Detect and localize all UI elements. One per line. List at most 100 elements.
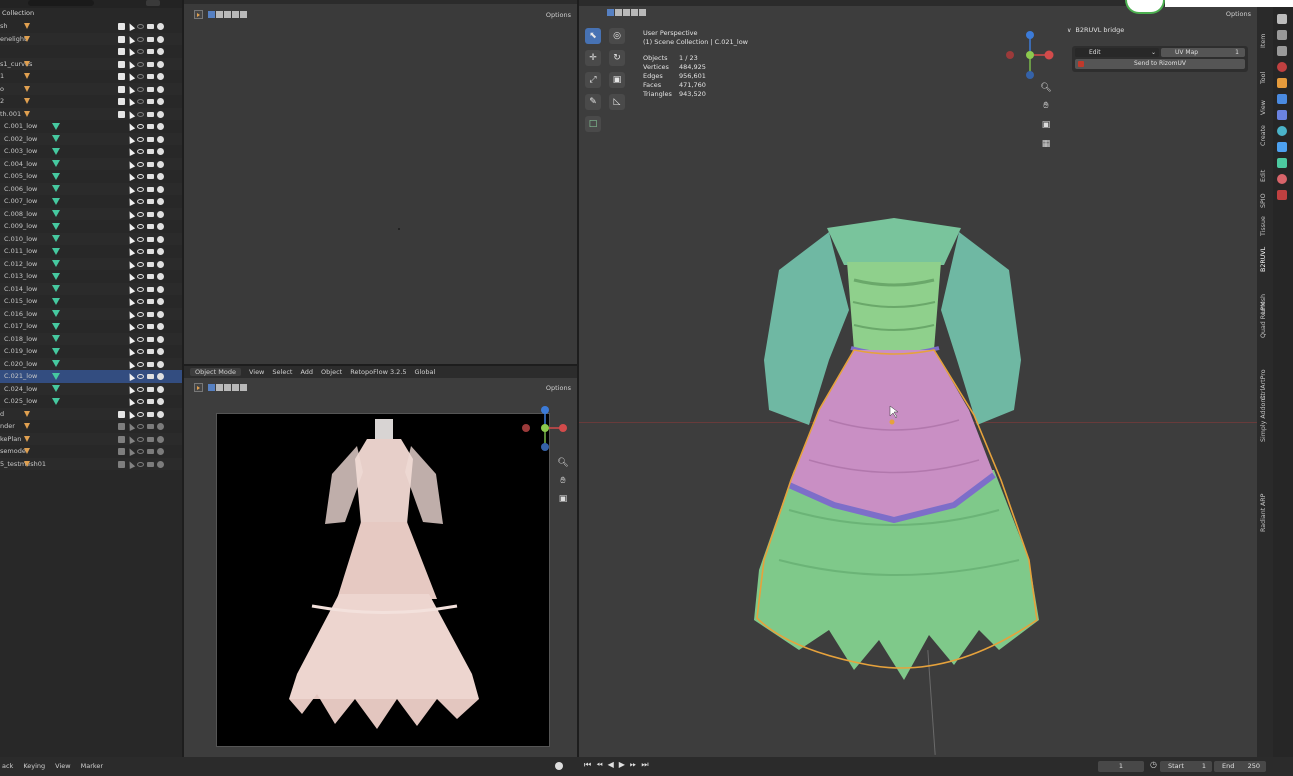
exclude-checkbox-icon[interactable] (118, 73, 125, 80)
measure-tool-icon[interactable]: ◺ (609, 94, 625, 110)
render-camera-icon[interactable] (157, 435, 164, 443)
visibility-eye-icon[interactable] (137, 111, 144, 117)
visibility-eye-icon[interactable] (137, 211, 144, 217)
constraints-properties-icon[interactable] (1277, 142, 1287, 152)
timeline-bar[interactable]: ack Keying View Marker ⏮︎ ⏪︎ ◀ ▶ ⏩︎ ⏭︎ 1… (0, 757, 1293, 776)
visibility-eye-icon[interactable] (137, 249, 144, 254)
selectable-pointer-icon[interactable] (126, 247, 136, 256)
viewport-monitor-icon[interactable] (147, 436, 154, 442)
visibility-eye-icon[interactable] (137, 386, 144, 392)
viewport-monitor-icon[interactable] (147, 186, 154, 192)
render-camera-icon[interactable] (157, 173, 164, 180)
object-properties-icon[interactable] (1277, 78, 1287, 88)
render-camera-icon[interactable] (157, 323, 164, 330)
render-camera-icon[interactable] (157, 460, 164, 468)
viewport-monitor-icon[interactable] (147, 461, 154, 467)
outliner-filter-button[interactable] (146, 0, 160, 6)
exclude-checkbox-icon[interactable] (118, 448, 125, 455)
render-camera-icon[interactable] (157, 35, 164, 43)
jump-end-icon[interactable]: ⏭︎ (641, 760, 648, 770)
visibility-eye-icon[interactable] (137, 274, 144, 279)
visibility-eye-icon[interactable] (137, 136, 144, 142)
visibility-eye-icon[interactable] (137, 161, 144, 167)
start-frame-field[interactable]: Start 1 (1160, 761, 1212, 772)
viewport-monitor-icon[interactable] (147, 99, 154, 104)
render-camera-icon[interactable] (157, 260, 164, 268)
axis-gizmo-small[interactable] (519, 406, 569, 456)
selectable-pointer-icon[interactable] (126, 322, 136, 331)
sidebar-tab[interactable]: Tissue (1260, 216, 1267, 236)
exclude-checkbox-icon[interactable] (118, 23, 125, 30)
chevron-down-icon[interactable]: ∨ (1067, 27, 1071, 34)
retopoflow-menu[interactable]: RetopoFlow 3.2.5 (350, 368, 406, 376)
zoom-icon[interactable]: 🔍︎ (556, 456, 570, 470)
viewport-monitor-icon[interactable] (147, 61, 154, 67)
outliner-row[interactable]: 2 (0, 95, 182, 108)
visibility-eye-icon[interactable] (137, 149, 144, 154)
marker-menu[interactable]: Marker (81, 762, 103, 770)
visibility-eye-icon[interactable] (137, 186, 144, 192)
selectable-pointer-icon[interactable] (126, 309, 136, 319)
annotate-tool-icon[interactable]: ✎ (585, 94, 601, 110)
viewport-monitor-icon[interactable] (147, 124, 154, 129)
outliner-row[interactable]: 1 (0, 70, 182, 83)
tool-properties-icon[interactable] (1277, 14, 1287, 24)
visibility-eye-icon[interactable] (137, 36, 144, 42)
outliner-row[interactable]: s1_curves (0, 57, 182, 70)
particles-properties-icon[interactable] (1277, 110, 1287, 120)
viewport-monitor-icon[interactable] (147, 174, 154, 179)
exclude-checkbox-icon[interactable] (118, 110, 125, 118)
viewport-monitor-icon[interactable] (147, 324, 154, 329)
outliner-row[interactable]: C.005_low (0, 170, 182, 183)
material-properties-icon[interactable] (1277, 174, 1287, 184)
selectable-pointer-icon[interactable] (126, 334, 136, 344)
viewport-monitor-icon[interactable] (147, 199, 154, 204)
sidebar-tab[interactable]: Create (1260, 125, 1267, 146)
viewport-monitor-icon[interactable] (147, 24, 154, 29)
visibility-eye-icon[interactable] (137, 311, 144, 317)
viewport-monitor-icon[interactable] (147, 349, 154, 354)
selectable-pointer-icon[interactable] (126, 147, 136, 156)
outliner-row[interactable]: C.017_low (0, 320, 182, 333)
viewport-reference[interactable]: Object Mode View Select Add Object Retop… (184, 366, 577, 757)
view-menu[interactable]: View (55, 762, 70, 770)
render-camera-icon[interactable] (157, 223, 164, 230)
render-camera-icon[interactable] (157, 360, 164, 368)
selectable-pointer-icon[interactable] (126, 259, 136, 269)
outliner-row[interactable]: C.021_low (0, 370, 182, 383)
visibility-eye-icon[interactable] (137, 449, 144, 454)
viewport-monitor-icon[interactable] (147, 249, 154, 254)
selectable-pointer-icon[interactable] (126, 72, 136, 81)
outliner-row[interactable]: C.020_low (0, 357, 182, 370)
grid-ortho-icon[interactable]: ▦ (1039, 137, 1053, 151)
render-camera-icon[interactable] (157, 85, 164, 93)
image-editor-top[interactable]: Options (184, 0, 577, 364)
viewport-monitor-icon[interactable] (147, 111, 154, 117)
move-tool-icon[interactable]: ✛ (585, 50, 601, 66)
sidebar-tab[interactable]: View (1260, 100, 1267, 115)
rotate-tool-icon[interactable]: ↻ (609, 50, 625, 66)
viewport-monitor-icon[interactable] (147, 361, 154, 367)
visibility-eye-icon[interactable] (137, 199, 144, 204)
visibility-eye-icon[interactable] (137, 336, 144, 342)
selection-mode-buttons[interactable] (607, 9, 646, 16)
outliner-row[interactable]: o (0, 82, 182, 95)
outliner-row[interactable]: C.006_low (0, 182, 182, 195)
exclude-checkbox-icon[interactable] (118, 423, 125, 430)
zoom-icon[interactable]: 🔍︎ (1039, 81, 1053, 95)
selectable-pointer-icon[interactable] (126, 372, 136, 381)
outliner-row[interactable]: C.004_low (0, 157, 182, 170)
visibility-eye-icon[interactable] (137, 124, 144, 129)
visibility-eye-icon[interactable] (137, 86, 144, 92)
exclude-checkbox-icon[interactable] (118, 435, 125, 443)
outliner-row[interactable]: 5_testmesh01 (0, 457, 182, 470)
select-box-tool-icon[interactable]: ⬉ (585, 28, 601, 44)
camera-icon[interactable]: ▣ (1039, 118, 1053, 132)
keying-menu[interactable]: Keying (23, 762, 45, 770)
viewport-monitor-icon[interactable] (147, 161, 154, 167)
outliner-row[interactable]: C.003_low (0, 145, 182, 158)
outliner-row[interactable]: C.008_low (0, 207, 182, 220)
current-frame-field[interactable]: 1 (1098, 761, 1144, 772)
selectable-pointer-icon[interactable] (126, 434, 136, 444)
data-properties-icon[interactable] (1277, 158, 1287, 168)
